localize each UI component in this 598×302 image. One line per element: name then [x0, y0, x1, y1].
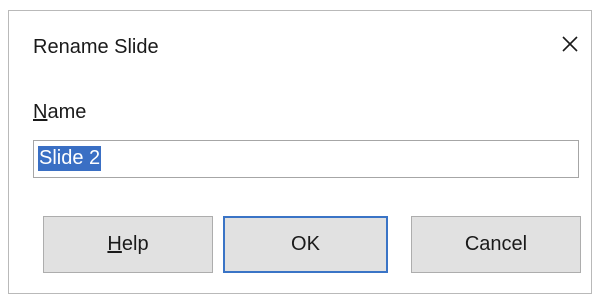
help-button[interactable]: Help — [43, 216, 213, 273]
dialog-title: Rename Slide — [33, 36, 159, 58]
cancel-button[interactable]: Cancel — [411, 216, 581, 273]
close-button[interactable] — [557, 31, 583, 57]
name-label: Name — [33, 101, 87, 123]
close-icon — [561, 35, 579, 53]
ok-button[interactable]: OK — [223, 216, 388, 273]
name-input-selected-text: Slide 2 — [38, 146, 102, 171]
rename-slide-dialog: Rename Slide Name Slide 2 Help OK Cancel — [8, 10, 592, 294]
dialog-titlebar: Rename Slide — [9, 11, 591, 77]
name-input[interactable]: Slide 2 — [33, 140, 579, 178]
